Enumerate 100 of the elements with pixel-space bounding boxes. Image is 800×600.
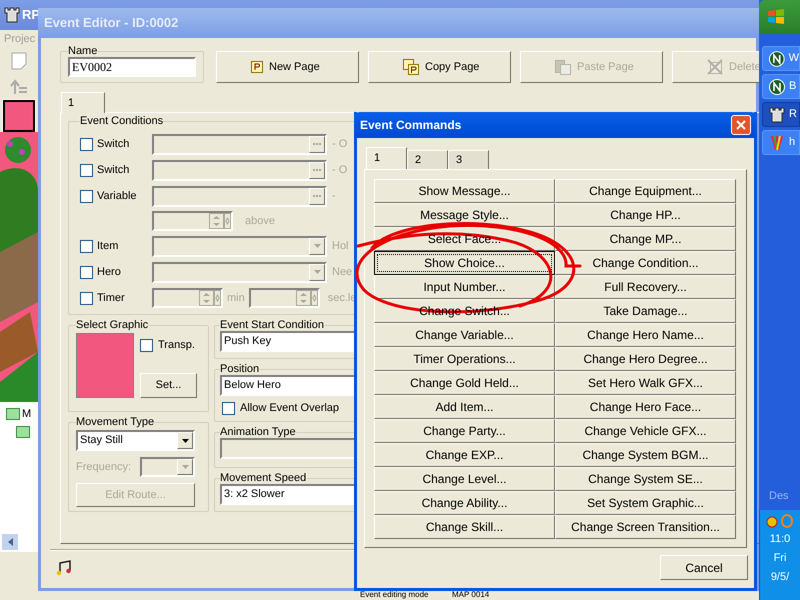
- select-value: Stay Still: [79, 433, 124, 448]
- condition-suffix: - O: [332, 162, 348, 178]
- command-button[interactable]: Change System SE...: [555, 467, 736, 491]
- command-tab[interactable]: 3: [448, 150, 489, 169]
- command-button[interactable]: Change Ability...: [374, 491, 555, 515]
- group-title: Movement Type: [76, 416, 154, 428]
- taskbar-button[interactable]: R: [762, 102, 800, 127]
- picker-field[interactable]: [152, 160, 327, 180]
- command-button[interactable]: Input Number...: [374, 275, 555, 299]
- checkbox[interactable]: [140, 338, 153, 352]
- caret-icon: [182, 438, 188, 442]
- checkbox[interactable]: [80, 138, 93, 150]
- command-button[interactable]: Add Item...: [374, 395, 555, 419]
- command-button[interactable]: Change Condition...: [555, 251, 736, 275]
- browse-button[interactable]: [309, 188, 325, 204]
- command-button[interactable]: Change Hero Face...: [555, 395, 736, 419]
- set-button[interactable]: Set...: [140, 373, 197, 398]
- checkbox[interactable]: [222, 402, 235, 415]
- caret-left-icon: [8, 538, 12, 546]
- page-tab[interactable]: 1: [61, 92, 105, 113]
- dropdown-field[interactable]: [152, 236, 327, 256]
- castle-icon: [769, 106, 785, 122]
- command-button[interactable]: Full Recovery...: [555, 275, 736, 299]
- checkbox[interactable]: [80, 292, 93, 304]
- seconds-field[interactable]: [248, 288, 320, 308]
- command-tab[interactable]: 1: [366, 147, 407, 169]
- command-button[interactable]: Take Damage...: [555, 299, 736, 323]
- command-button[interactable]: Change Party...: [374, 419, 555, 443]
- clock-text: Fri: [774, 551, 786, 566]
- command-button[interactable]: Change Gold Held...: [374, 371, 555, 395]
- start-button[interactable]: [759, 0, 800, 34]
- command-button[interactable]: Show Message...: [374, 179, 555, 203]
- scroll-left-button[interactable]: [2, 534, 18, 550]
- movement-type-select[interactable]: Stay Still: [76, 430, 195, 451]
- windows-logo-icon: [767, 9, 785, 25]
- command-button[interactable]: Set Hero Walk GFX...: [555, 371, 736, 395]
- tray-icons[interactable]: [765, 514, 795, 528]
- command-button[interactable]: Set System Graphic...: [555, 491, 736, 515]
- command-button[interactable]: Change Level...: [374, 467, 555, 491]
- name-field[interactable]: EV0002: [68, 57, 196, 77]
- condition-suffix: Hol: [332, 238, 349, 254]
- checkbox[interactable]: [80, 190, 93, 202]
- group-title: Select Graphic: [76, 319, 148, 331]
- condition-suffix: above: [245, 214, 275, 229]
- condition-suffix: - O: [332, 136, 348, 152]
- cancel-button[interactable]: Cancel: [660, 555, 748, 580]
- number-field[interactable]: [152, 211, 233, 231]
- command-button[interactable]: Change Hero Name...: [555, 323, 736, 347]
- command-button[interactable]: Timer Operations...: [374, 347, 555, 371]
- taskbar-button[interactable]: B: [762, 74, 800, 99]
- command-button[interactable]: Change System BGM...: [555, 443, 736, 467]
- command-button[interactable]: Message Style...: [374, 203, 555, 227]
- command-button[interactable]: Show Choice...: [374, 251, 555, 275]
- close-button[interactable]: [731, 115, 751, 135]
- taskbar-button[interactable]: h: [762, 130, 800, 155]
- condition-suffix: -: [332, 188, 336, 204]
- command-button[interactable]: Change Screen Transition...: [555, 515, 736, 539]
- paint-brushes-icon: [769, 134, 785, 150]
- tile-swatch[interactable]: [3, 100, 35, 132]
- group-title: Event Conditions: [80, 115, 164, 127]
- command-button[interactable]: Change Hero Degree...: [555, 347, 736, 371]
- minutes-field[interactable]: [152, 288, 223, 308]
- status-text: Event editing mode: [359, 590, 430, 600]
- clock-text: 9/5/: [770, 570, 790, 585]
- delete-page-icon: [707, 59, 723, 75]
- command-tab[interactable]: 2: [407, 150, 448, 169]
- browse-button[interactable]: [309, 136, 325, 152]
- picker-field[interactable]: [152, 134, 327, 154]
- page-button[interactable]: New Page: [216, 51, 359, 83]
- clock-text: 11:0: [770, 532, 790, 547]
- picker-field[interactable]: [152, 186, 327, 206]
- folder-icon: [6, 408, 20, 420]
- command-button[interactable]: Change HP...: [555, 203, 736, 227]
- command-button[interactable]: Change EXP...: [374, 443, 555, 467]
- taskbar-button[interactable]: W: [762, 46, 800, 71]
- checkbox[interactable]: [80, 266, 93, 278]
- command-button[interactable]: Change MP...: [555, 227, 736, 251]
- globe-n-icon: [769, 50, 785, 66]
- spinner-icon: [209, 213, 231, 229]
- frequency-select[interactable]: [140, 457, 195, 477]
- command-button[interactable]: Change Variable...: [374, 323, 555, 347]
- group-title: Name: [68, 45, 98, 57]
- field-label: Frequency:: [76, 460, 132, 475]
- dropdown-button[interactable]: [177, 432, 193, 449]
- checkbox-label: Allow Event Overlap: [240, 401, 340, 416]
- browse-button[interactable]: [309, 162, 325, 178]
- spinner-icon: [199, 290, 221, 306]
- checkbox[interactable]: [80, 240, 93, 252]
- tree-item[interactable]: M: [22, 406, 32, 422]
- checkbox[interactable]: [80, 164, 93, 176]
- music-note-icon[interactable]: [56, 560, 72, 576]
- status-text: MAP 0014: [451, 590, 490, 600]
- spinner-icon: [296, 290, 318, 306]
- dropdown-field[interactable]: [152, 262, 327, 282]
- folder-icon: [16, 426, 30, 438]
- page-button[interactable]: Copy Page: [368, 51, 511, 83]
- dialog-title: Event Commands: [360, 117, 462, 134]
- command-button[interactable]: Change Vehicle GFX...: [555, 419, 736, 443]
- command-button[interactable]: Change Equipment...: [555, 179, 736, 203]
- command-button[interactable]: Change Skill...: [374, 515, 555, 539]
